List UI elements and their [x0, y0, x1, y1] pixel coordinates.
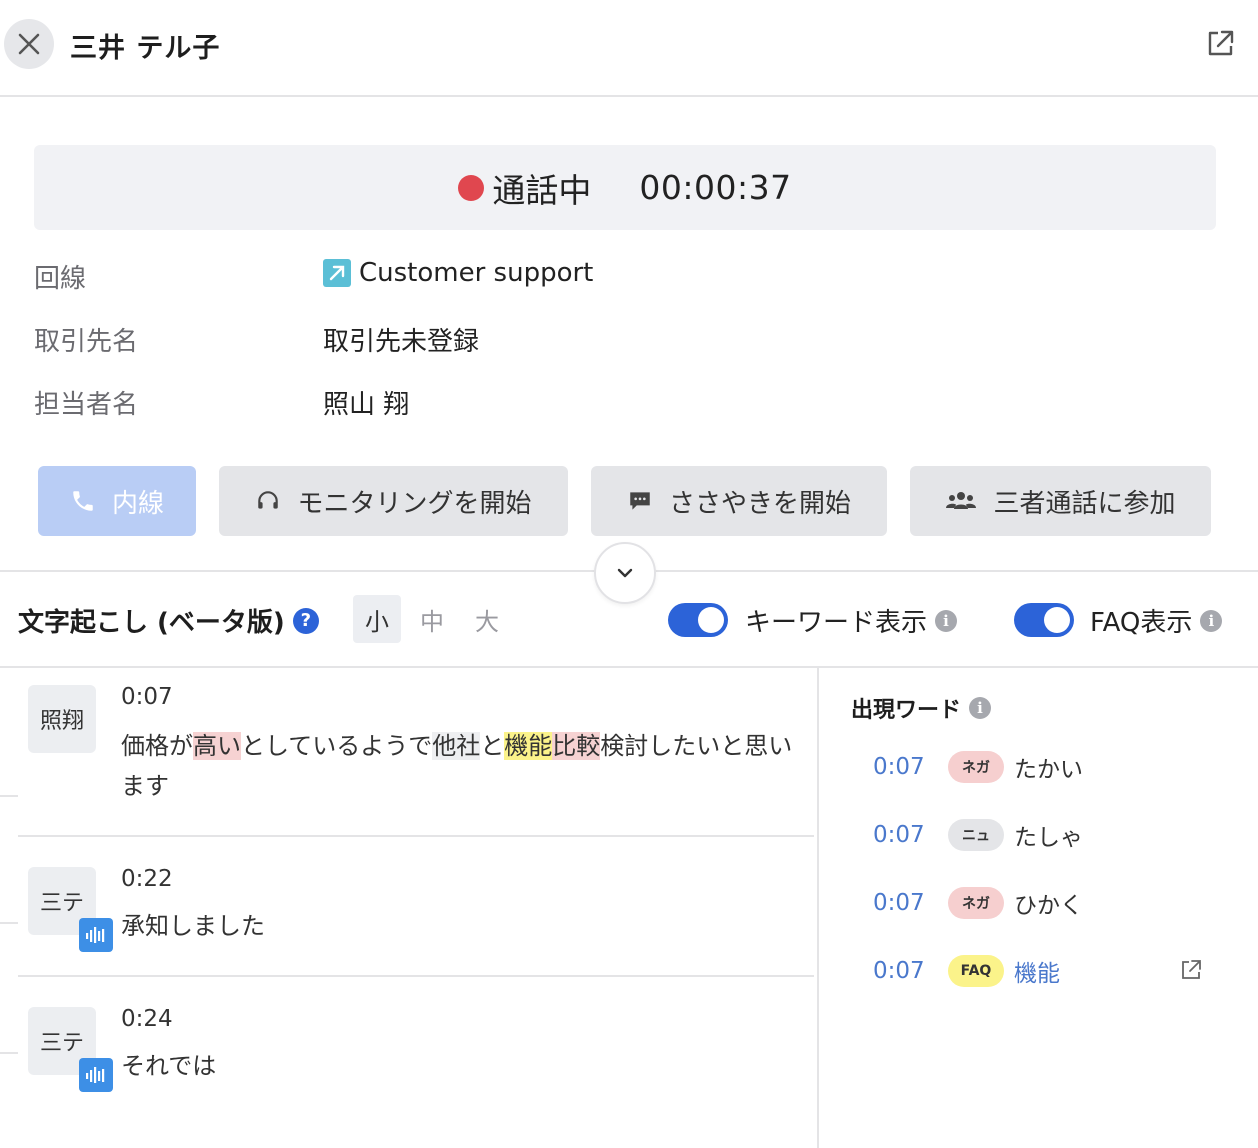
agent-label: 担当者名 — [34, 390, 139, 420]
word-timestamp-link[interactable]: 0:07 — [873, 890, 948, 916]
row-tick — [0, 1052, 18, 1054]
word-item: 0:07 ニュ たしゃ — [873, 818, 1213, 852]
client-label: 取引先名 — [34, 327, 139, 357]
words-panel-title-text: 出現ワード — [851, 698, 962, 723]
entry-text: それでは — [121, 1052, 217, 1080]
font-size-medium[interactable]: 中 — [408, 595, 456, 643]
recording-dot-icon — [458, 174, 485, 201]
extension-call-label: 内線 — [111, 488, 164, 519]
close-button[interactable] — [4, 19, 54, 69]
expand-button[interactable] — [594, 542, 656, 604]
word-item: 0:07 ネガ ひかく — [873, 886, 1213, 920]
neutral-badge: ニュ — [948, 819, 1004, 851]
faq-keyword-highlight[interactable]: 機能 — [504, 732, 553, 760]
line-value: Customer support — [323, 258, 593, 288]
word-text: ひかく — [1014, 893, 1083, 919]
help-icon[interactable]: ? — [292, 607, 319, 634]
transcript-title-text: 文字起こし (ベータ版) — [18, 608, 285, 638]
call-timer: 00:00:37 — [639, 168, 792, 207]
call-status-bar: 通話中 00:00:37 — [34, 145, 1216, 230]
client-value: 取引先未登録 — [323, 327, 480, 357]
text-segment: 価格が — [121, 732, 193, 760]
negative-badge: ネガ — [948, 751, 1004, 783]
negative-keyword-highlight: 比較 — [552, 732, 601, 760]
line-value-text: Customer support — [359, 258, 594, 288]
toggle-knob — [1044, 607, 1070, 633]
neutral-keyword-highlight: 他社 — [432, 732, 481, 760]
join-three-way-call-label: 三者通話に参加 — [993, 488, 1176, 519]
text-segment: としているようで — [241, 732, 433, 760]
faq-badge: FAQ — [948, 955, 1004, 987]
row-tick — [0, 795, 18, 797]
faq-toggle-label: FAQ表示 i — [1090, 602, 1223, 639]
toggle-knob — [698, 607, 724, 633]
contact-name: 三井 テル子 — [70, 33, 221, 64]
chevron-down-icon — [617, 568, 633, 578]
word-text: たしゃ — [1014, 825, 1083, 851]
row-separator — [18, 835, 814, 837]
start-whisper-label: ささやきを開始 — [668, 488, 851, 519]
keyword-toggle-label: キーワード表示 i — [745, 602, 958, 639]
faq-toggle[interactable] — [1014, 603, 1074, 637]
header: 三井 テル子 — [0, 0, 1258, 97]
transcript-divider — [0, 666, 1258, 668]
font-size-large[interactable]: 大 — [463, 595, 511, 643]
agent-value: 照山 翔 — [323, 390, 410, 420]
faq-toggle-text: FAQ表示 — [1090, 608, 1193, 638]
info-icon[interactable]: i — [935, 609, 958, 632]
external-link-icon[interactable] — [1180, 959, 1202, 981]
word-timestamp-link[interactable]: 0:07 — [873, 754, 948, 780]
text-segment: と — [480, 732, 505, 760]
faq-word-link[interactable]: 機能 — [1014, 954, 1060, 988]
close-icon — [18, 33, 40, 55]
panel-divider — [817, 667, 819, 1148]
group-icon — [945, 488, 977, 514]
call-status-text: 通話中 — [492, 170, 592, 210]
start-monitoring-button[interactable]: モニタリングを開始 — [219, 466, 568, 536]
start-whisper-button[interactable]: ささやきを開始 — [591, 466, 887, 536]
chat-bubble-icon — [627, 488, 653, 514]
keyword-toggle-text: キーワード表示 — [745, 608, 928, 638]
line-label: 回線 — [34, 264, 87, 294]
entry-text: 承知しました — [121, 912, 265, 940]
start-monitoring-label: モニタリングを開始 — [297, 488, 532, 519]
headset-icon — [255, 488, 281, 514]
external-link-icon[interactable] — [1204, 28, 1236, 60]
row-tick — [0, 922, 18, 924]
word-item: 0:07 ネガ たかい — [873, 750, 1213, 784]
speaker-avatar: 照翔 — [28, 685, 96, 753]
info-icon[interactable]: i — [1200, 609, 1223, 632]
join-three-way-call-button[interactable]: 三者通話に参加 — [910, 466, 1211, 536]
row-separator — [18, 975, 814, 977]
word-item: 0:07 FAQ 機能 — [873, 954, 1213, 988]
font-size-small[interactable]: 小 — [353, 595, 401, 643]
negative-keyword-highlight: 高い — [193, 732, 241, 760]
phone-icon — [70, 488, 96, 514]
entry-timestamp[interactable]: 0:07 — [121, 684, 173, 710]
extension-call-button[interactable]: 内線 — [38, 466, 196, 536]
words-panel-title: 出現ワード i — [851, 692, 992, 724]
keyword-toggle[interactable] — [668, 603, 728, 637]
audio-waveform-icon — [79, 1058, 113, 1092]
word-text: たかい — [1014, 757, 1083, 783]
word-timestamp-link[interactable]: 0:07 — [873, 822, 948, 848]
audio-waveform-icon — [79, 918, 113, 952]
transcript-title: 文字起こし (ベータ版) ? — [18, 602, 319, 639]
entry-timestamp[interactable]: 0:24 — [121, 1006, 173, 1032]
entry-text: 価格が高いとしているようで他社と機能比較検討したいと思います — [121, 726, 801, 806]
entry-timestamp[interactable]: 0:22 — [121, 866, 173, 892]
word-timestamp-link[interactable]: 0:07 — [873, 958, 948, 984]
line-arrow-icon — [323, 259, 351, 287]
negative-badge: ネガ — [948, 887, 1004, 919]
info-icon[interactable]: i — [969, 697, 992, 719]
